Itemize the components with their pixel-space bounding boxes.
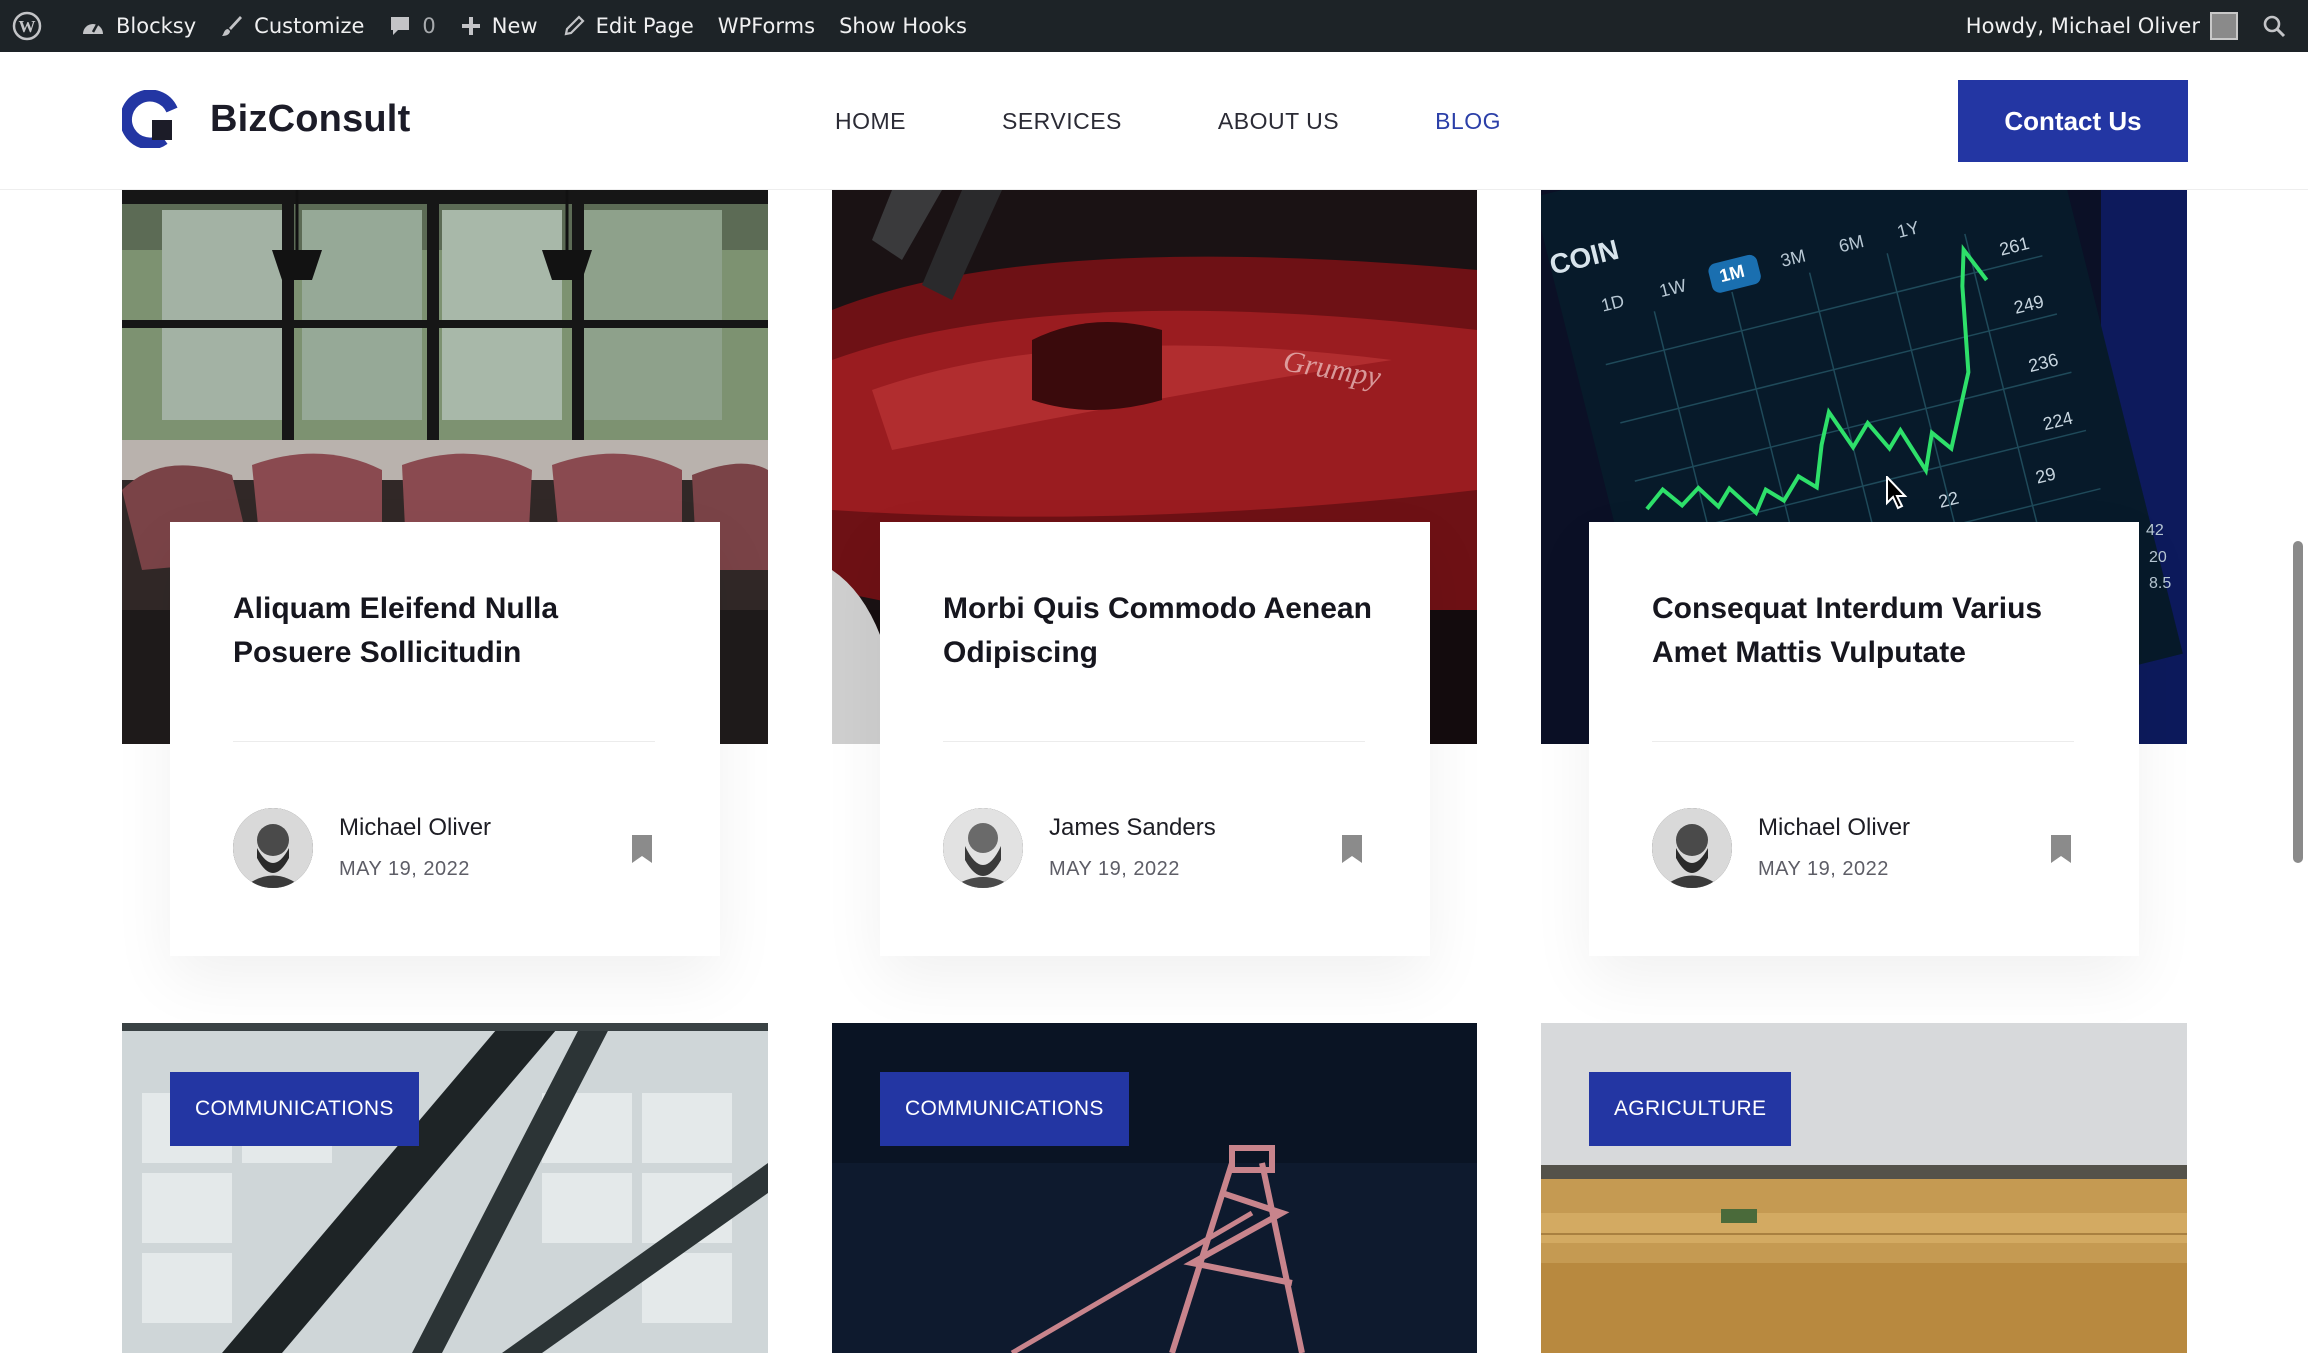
new-content-menu[interactable]: New bbox=[448, 0, 550, 52]
author-avatar[interactable] bbox=[1652, 808, 1732, 888]
new-label: New bbox=[491, 14, 538, 38]
howdy-label: Howdy, Michael Oliver bbox=[1965, 14, 2200, 38]
author-name[interactable]: Michael Oliver bbox=[339, 814, 491, 842]
post-title[interactable]: Morbi Quis Commodo Aenean Odipiscing bbox=[943, 587, 1383, 675]
post-card: Consequat Interdum Varius Amet Mattis Vu… bbox=[1589, 522, 2139, 956]
bizconsult-logo-icon bbox=[122, 90, 178, 148]
author-name[interactable]: James Sanders bbox=[1049, 814, 1216, 842]
site-header: BizConsult HOME SERVICES ABOUT US BLOG C… bbox=[0, 52, 2308, 190]
show-hooks-link[interactable]: Show Hooks bbox=[827, 0, 979, 52]
nav-services[interactable]: SERVICES bbox=[1002, 108, 1122, 135]
customize-label: Customize bbox=[254, 14, 365, 38]
comments-link[interactable]: 0 bbox=[376, 0, 447, 52]
contact-us-button[interactable]: Contact Us bbox=[1958, 80, 2188, 162]
svg-text:W: W bbox=[19, 17, 36, 36]
dashboard-icon bbox=[83, 22, 103, 34]
chart-edge-label: 42 bbox=[2146, 522, 2164, 539]
post-date: MAY 19, 2022 bbox=[1049, 858, 1180, 880]
post-date: MAY 19, 2022 bbox=[1758, 858, 1889, 880]
card-divider bbox=[943, 741, 1365, 742]
wpforms-menu[interactable]: WPForms bbox=[706, 0, 827, 52]
chart-edge-label: 20 bbox=[2149, 549, 2167, 566]
edit-page-label: Edit Page bbox=[595, 14, 694, 38]
chart-edge-label: 8.5 bbox=[2149, 575, 2171, 592]
wordpress-logo-icon[interactable]: W bbox=[0, 0, 68, 52]
post-card: Morbi Quis Commodo Aenean Odipiscing Jam… bbox=[880, 522, 1430, 956]
search-icon bbox=[2263, 15, 2286, 38]
bookmark-icon[interactable] bbox=[630, 835, 654, 863]
author-avatar[interactable] bbox=[943, 808, 1023, 888]
post-card: Aliquam Eleifend Nulla Posuere Sollicitu… bbox=[170, 522, 720, 956]
customize-link[interactable]: Customize bbox=[208, 0, 376, 52]
card-divider bbox=[233, 741, 655, 742]
comments-count: 0 bbox=[422, 14, 436, 38]
scrollbar-thumb[interactable] bbox=[2293, 541, 2303, 863]
card-divider bbox=[1652, 741, 2074, 742]
author-avatar[interactable] bbox=[233, 808, 313, 888]
nav-about-us[interactable]: ABOUT US bbox=[1218, 108, 1339, 135]
mouse-cursor-icon bbox=[1886, 476, 1908, 510]
my-account-menu[interactable]: Howdy, Michael Oliver bbox=[1954, 0, 2250, 52]
show-hooks-label: Show Hooks bbox=[839, 14, 967, 38]
post-title[interactable]: Aliquam Eleifend Nulla Posuere Sollicitu… bbox=[233, 587, 673, 675]
admin-search-button[interactable] bbox=[2250, 0, 2308, 52]
post-title[interactable]: Consequat Interdum Varius Amet Mattis Vu… bbox=[1652, 587, 2092, 675]
wp-admin-bar: W Blocksy Customize 0 New Edit Page WPFo… bbox=[0, 0, 2308, 52]
post-date: MAY 19, 2022 bbox=[339, 858, 470, 880]
site-logo-link[interactable]: BizConsult bbox=[122, 90, 410, 148]
bookmark-icon[interactable] bbox=[1340, 835, 1364, 863]
category-badge[interactable]: COMMUNICATIONS bbox=[170, 1072, 419, 1146]
brand-name: BizConsult bbox=[210, 97, 411, 140]
nav-blog[interactable]: BLOG bbox=[1435, 108, 1501, 135]
main-navigation: HOME SERVICES ABOUT US BLOG bbox=[835, 52, 1597, 190]
paintbrush-icon bbox=[222, 16, 243, 36]
wpforms-label: WPForms bbox=[717, 14, 816, 38]
nav-home[interactable]: HOME bbox=[835, 108, 906, 135]
site-name-label: Blocksy bbox=[116, 14, 197, 38]
category-badge[interactable]: COMMUNICATIONS bbox=[880, 1072, 1129, 1146]
author-name[interactable]: Michael Oliver bbox=[1758, 814, 1910, 842]
comment-bubble-icon bbox=[391, 17, 410, 35]
pencil-icon bbox=[564, 15, 585, 36]
admin-avatar bbox=[2210, 12, 2238, 40]
plus-icon bbox=[461, 17, 480, 35]
edit-page-link[interactable]: Edit Page bbox=[550, 0, 706, 52]
bookmark-icon[interactable] bbox=[2049, 835, 2073, 863]
site-name-menu[interactable]: Blocksy bbox=[68, 0, 208, 52]
category-badge[interactable]: AGRICULTURE bbox=[1589, 1072, 1792, 1146]
